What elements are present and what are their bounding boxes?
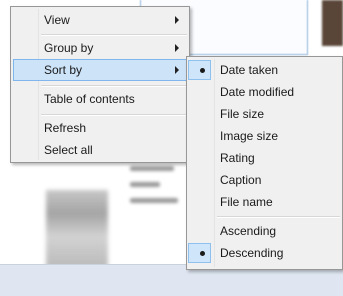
menu-separator <box>41 85 187 87</box>
menu-item-label: Table of contents <box>44 92 135 106</box>
menu-item-label: View <box>44 13 70 27</box>
radio-bullet-icon <box>200 68 205 73</box>
menu-item-view[interactable]: View <box>13 9 187 31</box>
file-thumbnail <box>46 190 108 268</box>
menu-item-label: Sort by <box>44 63 83 77</box>
sort-option-image-size[interactable]: Image size <box>189 125 340 147</box>
sort-option-date-modified[interactable]: Date modified <box>189 81 340 103</box>
menu-item-label: Image size <box>220 129 279 143</box>
menu-item-select-all[interactable]: Select all <box>13 139 187 161</box>
menu-item-label: Select all <box>44 143 93 157</box>
submenu-arrow-icon <box>175 66 179 74</box>
menu-separator <box>41 114 187 116</box>
menu-item-label: File size <box>220 107 265 121</box>
file-thumbnail <box>322 0 343 46</box>
menu-item-label: Ascending <box>220 224 277 238</box>
menu-item-sort-by[interactable]: Sort by <box>13 59 187 81</box>
submenu-arrow-icon <box>175 44 179 52</box>
sort-option-file-size[interactable]: File size <box>189 103 340 125</box>
menu-item-group-by[interactable]: Group by <box>13 37 187 59</box>
sort-option-rating[interactable]: Rating <box>189 147 340 169</box>
sort-by-submenu: Date taken Date modified File size Image… <box>186 56 343 270</box>
menu-item-label: Rating <box>220 151 255 165</box>
menu-item-label: Date modified <box>220 85 295 99</box>
menu-item-label: Descending <box>220 246 284 260</box>
file-details-text <box>130 150 190 260</box>
sort-order-descending[interactable]: Descending <box>188 242 340 264</box>
context-menu: View Group by Sort by Table of contents … <box>10 6 190 163</box>
menu-item-label: Group by <box>44 41 94 55</box>
menu-item-refresh[interactable]: Refresh <box>13 117 187 139</box>
menu-item-label: Refresh <box>44 121 87 135</box>
menu-item-label: Caption <box>220 173 262 187</box>
menu-item-table-of-contents[interactable]: Table of contents <box>13 88 187 110</box>
menu-separator <box>217 216 340 218</box>
radio-bullet-icon <box>200 251 205 256</box>
submenu-arrow-icon <box>175 16 179 24</box>
menu-separator <box>41 34 187 36</box>
sort-option-caption[interactable]: Caption <box>189 169 340 191</box>
menu-item-label: File name <box>220 195 273 209</box>
sort-option-date-taken[interactable]: Date taken <box>188 59 340 81</box>
menu-item-label: Date taken <box>220 63 279 77</box>
sort-option-file-name[interactable]: File name <box>189 191 340 213</box>
sort-order-ascending[interactable]: Ascending <box>189 220 340 242</box>
